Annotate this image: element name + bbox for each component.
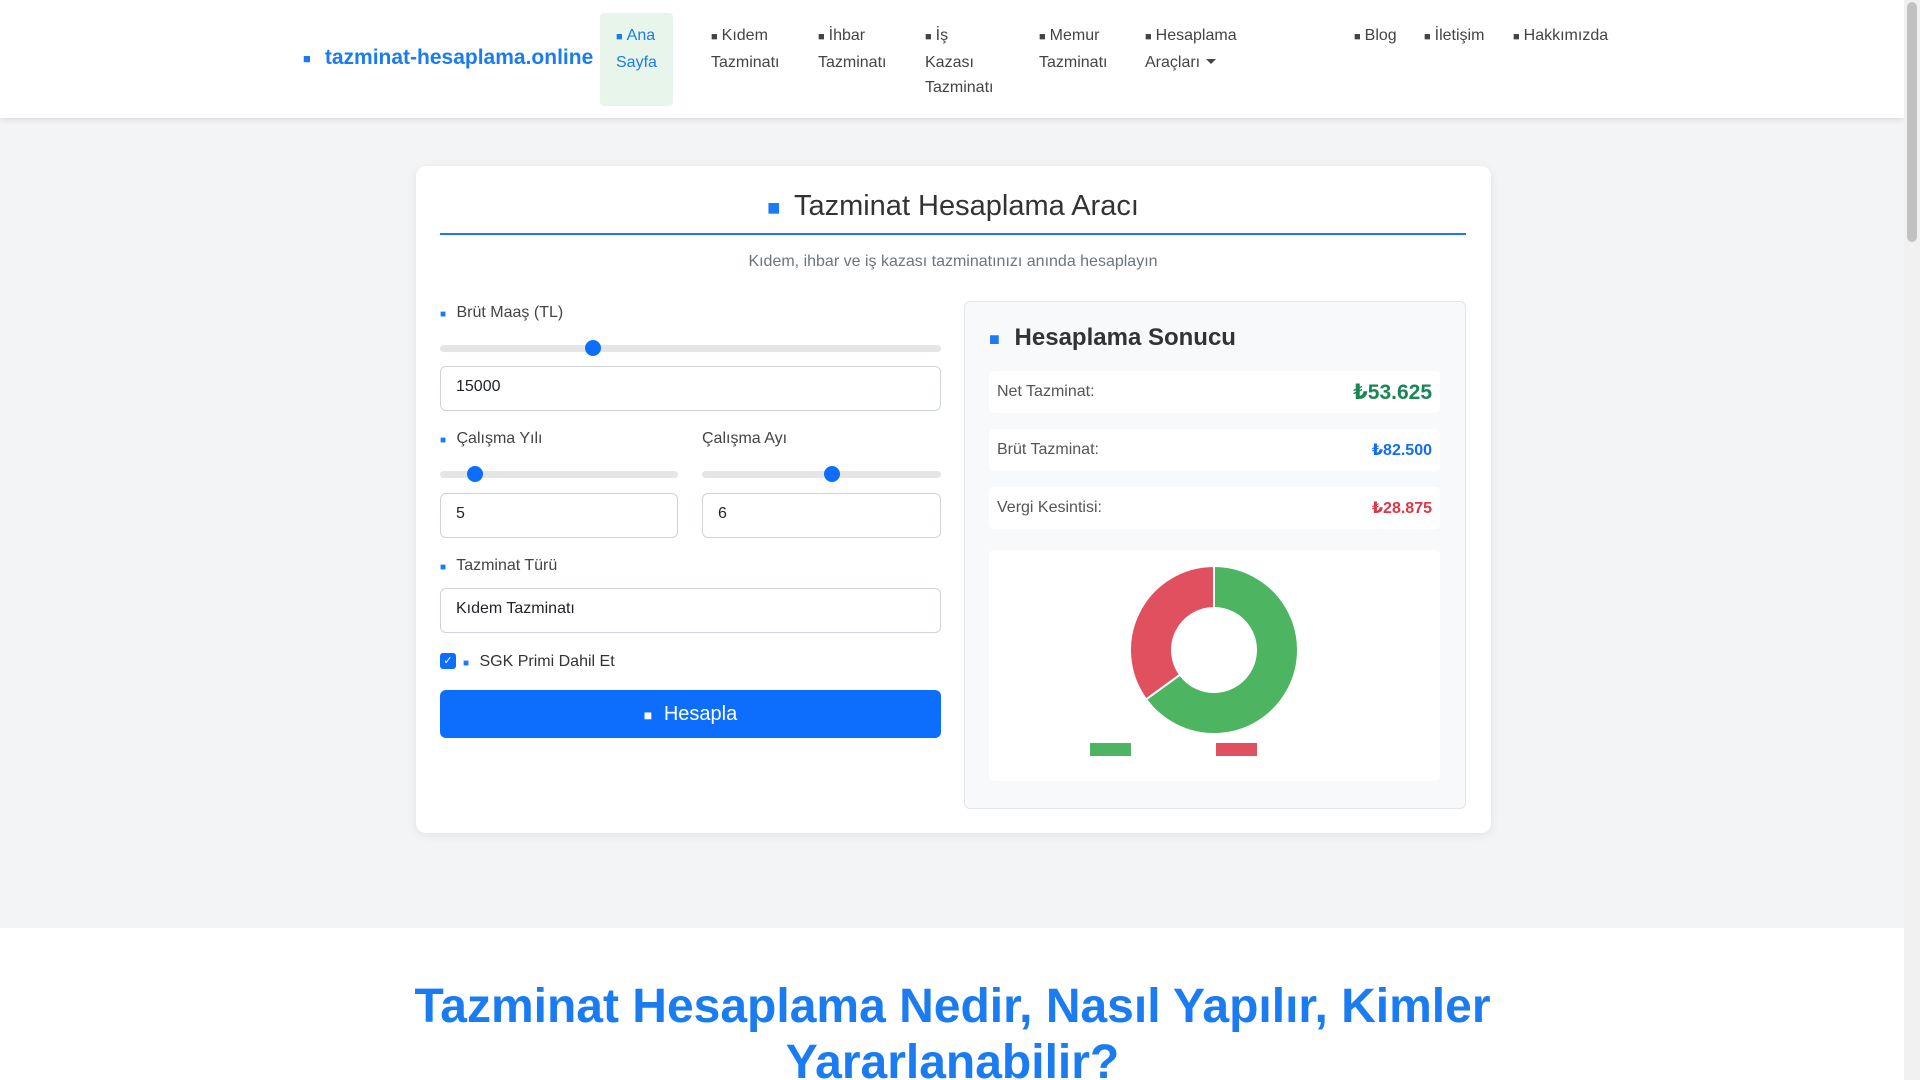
salary-slider-thumb[interactable] (584, 340, 601, 356)
result-donut-chart (1090, 564, 1299, 756)
nav-item-3[interactable]: ■ İş Kazası Tazminatı (909, 13, 1009, 110)
calculator-card: ■ Tazminat Hesaplama Aracı Kıdem, ihbar … (416, 166, 1491, 833)
scrollbar-thumb[interactable] (1907, 2, 1917, 242)
months-slider[interactable] (702, 466, 941, 482)
info-icon: ■ (1513, 31, 1520, 43)
home-icon: ■ (616, 31, 623, 43)
result-title: ■ Hesaplama Sonucu (989, 324, 1236, 352)
nav-item-8[interactable]: ■ Hakkımızda (1497, 13, 1624, 60)
result-title-text: Hesaplama Sonucu (1014, 324, 1236, 351)
years-input[interactable]: 5 (440, 493, 678, 538)
nav-item-label: Memur (1049, 27, 1100, 44)
nav-item-6[interactable]: ■ Blog (1338, 13, 1413, 60)
sgk-checkbox-label[interactable]: ■ SGK Primi Dahil Et (463, 653, 615, 671)
nav-item-label: İletişim (1434, 27, 1485, 44)
gross-compensation-row: Brüt Tazminat: ₺82.500 (989, 429, 1440, 471)
nav-item-2[interactable]: ■ İhbar Tazminatı (802, 13, 902, 85)
user-tie-icon: ■ (1039, 31, 1046, 43)
salary-label: ■ Brüt Maaş (TL) (440, 304, 563, 322)
tax-deduction-label: Vergi Kesintisi: (997, 499, 1102, 516)
article-section: Tazminat Hesaplama Nedir, Nasıl Yapılır,… (0, 928, 1904, 1080)
calculate-button[interactable]: ■ Hesapla (440, 690, 941, 738)
nav-item-label: Blog (1364, 27, 1397, 44)
salary-input[interactable]: 15000 (440, 366, 941, 411)
nav-item-label: Kazası (925, 54, 974, 71)
nav-item-label: İhbar (828, 27, 866, 44)
legend-swatch-0[interactable] (1090, 743, 1131, 756)
nav-item-label: İş (935, 27, 949, 44)
donut-slice-1[interactable] (1129, 564, 1215, 701)
chevron-down-icon (1206, 59, 1217, 64)
hard-hat-icon: ■ (925, 31, 932, 43)
sgk-label-text: SGK Primi Dahil Et (479, 653, 615, 670)
months-input[interactable]: 6 (702, 493, 941, 538)
nav-item-5[interactable]: ■ Hesaplama Araçları (1129, 13, 1253, 85)
money-icon: ■ (440, 309, 447, 320)
gross-compensation-value: ₺82.500 (1371, 442, 1432, 459)
calculator-icon: ■ (303, 50, 311, 66)
briefcase-icon: ■ (711, 31, 718, 43)
net-compensation-value: ₺53.625 (1353, 380, 1432, 404)
years-slider[interactable] (440, 466, 678, 482)
calculator-icon: ■ (643, 707, 653, 723)
type-label: ■ Tazminat Türü (440, 557, 557, 575)
bell-icon: ■ (818, 31, 825, 43)
envelope-icon: ■ (1424, 31, 1431, 43)
shield-icon: ■ (463, 658, 470, 669)
nav-item-1[interactable]: ■ Kıdem Tazminatı (695, 13, 795, 85)
chart-icon: ■ (989, 329, 1000, 349)
list-icon: ■ (440, 562, 447, 573)
sgk-checkbox[interactable]: ✓ (440, 653, 456, 669)
nav-item-0[interactable]: ■ Ana Sayfa (600, 13, 673, 106)
result-panel: ■ Hesaplama Sonucu Net Tazminat: ₺53.625… (964, 301, 1466, 809)
article-heading: Tazminat Hesaplama Nedir, Nasıl Yapılır,… (414, 980, 1491, 1080)
result-chart-box (989, 550, 1440, 781)
years-label-text: Çalışma Yılı (456, 430, 543, 447)
nav-item-label: Tazminatı (925, 79, 994, 96)
nav-item-label: Tazminatı (818, 54, 887, 71)
nav-item-label: Kıdem (721, 27, 768, 44)
type-select[interactable]: Kıdem Tazminatı (440, 588, 941, 633)
page-scrollbar[interactable] (1904, 0, 1920, 1080)
nav-item-label: Hesaplama Araçları (1145, 27, 1237, 71)
calculator-subtitle: Kıdem, ihbar ve iş kazası tazminatınızı … (748, 253, 1158, 270)
net-compensation-label: Net Tazminat: (997, 383, 1095, 400)
top-navbar: ■ tazminat-hesaplama.online ■ Ana Sayfa ■ Kı… (0, 0, 1904, 118)
brand-link[interactable]: ■ tazminat-hesaplama.online (303, 46, 593, 70)
nav-item-4[interactable]: ■ Memur Tazminatı (1023, 13, 1123, 85)
nav-item-label: Sayfa (616, 54, 657, 71)
legend-swatch-1[interactable] (1216, 743, 1257, 756)
calculator-title-text: Tazminat Hesaplama Aracı (793, 190, 1139, 222)
years-label: ■ Çalışma Yılı (440, 430, 542, 448)
nav-item-7[interactable]: ■ İletişim (1408, 13, 1500, 60)
tax-deduction-row: Vergi Kesintisi: ₺28.875 (989, 487, 1440, 529)
blog-icon: ■ (1354, 31, 1361, 43)
salary-slider[interactable] (440, 340, 941, 356)
type-label-text: Tazminat Türü (456, 557, 558, 574)
calculator-icon: ■ (1145, 31, 1152, 43)
calculator-icon: ■ (767, 195, 781, 220)
nav-item-label: Hakkımızda (1523, 27, 1609, 44)
calculator-title: ■ Tazminat Hesaplama Aracı (440, 190, 1466, 235)
net-compensation-row: Net Tazminat: ₺53.625 (989, 371, 1440, 413)
years-slider-thumb[interactable] (466, 466, 483, 482)
calendar-icon: ■ (440, 435, 447, 446)
months-slider-thumb[interactable] (824, 466, 841, 482)
tax-deduction-value: ₺28.875 (1371, 500, 1432, 517)
salary-label-text: Brüt Maaş (TL) (456, 304, 564, 321)
months-label: Çalışma Ayı (702, 430, 788, 447)
brand-name: tazminat-hesaplama.online (324, 46, 594, 69)
nav-item-label: Tazminatı (1039, 54, 1108, 71)
calculate-button-label: Hesapla (663, 703, 738, 725)
nav-item-label: Ana (626, 27, 656, 44)
nav-item-label: Tazminatı (711, 54, 780, 71)
gross-compensation-label: Brüt Tazminat: (997, 441, 1099, 458)
